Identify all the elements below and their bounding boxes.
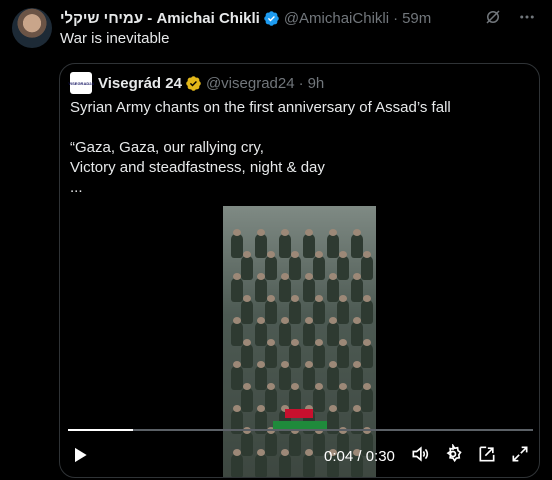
author-avatar[interactable] — [12, 8, 52, 48]
verified-badge-icon — [264, 10, 279, 26]
video-frame-figure — [361, 295, 373, 324]
video-frame-figure — [241, 295, 253, 324]
video-frame-figure — [241, 383, 253, 412]
video-frame-figure — [303, 361, 315, 390]
grok-icon[interactable] — [484, 8, 502, 26]
video-frame-figure — [265, 383, 277, 412]
video-frame-figure — [351, 273, 363, 302]
avatar-logo-text: VISEGRAD24 — [68, 80, 94, 86]
video-frame-figure — [255, 361, 267, 390]
video-frame-figure — [241, 251, 253, 280]
quoted-author-avatar[interactable]: VISEGRAD24 — [68, 72, 94, 94]
video-timecode: 0:04 / 0:30 — [324, 448, 395, 465]
video-frame-figure — [327, 361, 339, 390]
quoted-author-name[interactable]: Visegrád 24 — [98, 75, 182, 92]
video-frame-figure — [279, 273, 291, 302]
video-frame-figure — [313, 251, 325, 280]
video-caption-red — [285, 409, 313, 418]
video-frame-figure — [255, 229, 267, 258]
quoted-post-time[interactable]: 9h — [308, 75, 325, 92]
video-frame-figure — [279, 229, 291, 258]
quoted-tweet[interactable]: VISEGRAD24 Visegrád 24 @visegrad24 · 9h … — [59, 63, 540, 478]
picture-in-picture-icon[interactable] — [477, 444, 497, 464]
video-frame-figure — [279, 317, 291, 346]
video-frame-figure — [327, 229, 339, 258]
video-frame-figure — [303, 229, 315, 258]
video-frame-figure — [265, 295, 277, 324]
separator-dot: · — [298, 74, 304, 92]
video-frame-figure — [241, 339, 253, 368]
video-frame-figure — [231, 317, 243, 346]
separator-dot: · — [393, 9, 399, 27]
video-frame-figure — [231, 229, 243, 258]
video-frame-figure — [351, 361, 363, 390]
video-frame-figure — [361, 339, 373, 368]
video-frame-figure — [327, 273, 339, 302]
video-frame-figure — [361, 251, 373, 280]
post-time[interactable]: 59m — [402, 10, 431, 27]
video-frame-figure — [279, 361, 291, 390]
video-frame-figure — [351, 229, 363, 258]
video-frame-figure — [231, 361, 243, 390]
video-frame-figure — [361, 383, 373, 412]
author-handle[interactable]: @AmichaiChikli — [284, 10, 389, 27]
video-frame-figure — [303, 273, 315, 302]
quoted-author-handle[interactable]: @visegrad24 — [206, 75, 295, 92]
more-options-icon[interactable] — [518, 8, 536, 26]
video-frame-figure — [337, 339, 349, 368]
quoted-text-line1: Syrian Army chants on the first annivers… — [70, 99, 451, 116]
video-frame-figure — [337, 383, 349, 412]
video-frame-figure — [303, 317, 315, 346]
video-frame-figure — [327, 317, 339, 346]
video-frame-figure — [351, 317, 363, 346]
author-name[interactable]: עמיחי שיקלי - Amichai Chikli — [60, 10, 260, 27]
video-frame-figure — [313, 295, 325, 324]
video-controls: 0:04 / 0:30 — [60, 431, 539, 477]
verified-gold-badge-icon — [186, 75, 201, 91]
video-frame-figure — [289, 251, 301, 280]
tweet-header: עמיחי שיקלי - Amichai Chikli @AmichaiChi… — [60, 8, 536, 28]
video-frame-figure — [289, 295, 301, 324]
video-frame-figure — [289, 339, 301, 368]
video-frame-figure — [265, 339, 277, 368]
video-frame-figure — [231, 273, 243, 302]
video-frame-figure — [265, 251, 277, 280]
quoted-tweet-text: Syrian Army chants on the first annivers… — [70, 98, 530, 198]
quoted-text-poem: “Gaza, Gaza, our rallying cry, Victory a… — [70, 139, 325, 196]
video-frame-figure — [337, 295, 349, 324]
quoted-tweet-header: VISEGRAD24 Visegrád 24 @visegrad24 · 9h — [68, 72, 325, 94]
video-frame-figure — [255, 317, 267, 346]
volume-icon[interactable] — [410, 444, 430, 464]
video-frame-figure — [313, 339, 325, 368]
play-icon[interactable] — [70, 445, 90, 465]
settings-icon[interactable] — [443, 444, 463, 464]
video-frame-figure — [337, 251, 349, 280]
fullscreen-icon[interactable] — [510, 444, 530, 464]
tweet-text: War is inevitable — [60, 30, 170, 47]
video-frame-figure — [313, 383, 325, 412]
video-frame-figure — [255, 273, 267, 302]
